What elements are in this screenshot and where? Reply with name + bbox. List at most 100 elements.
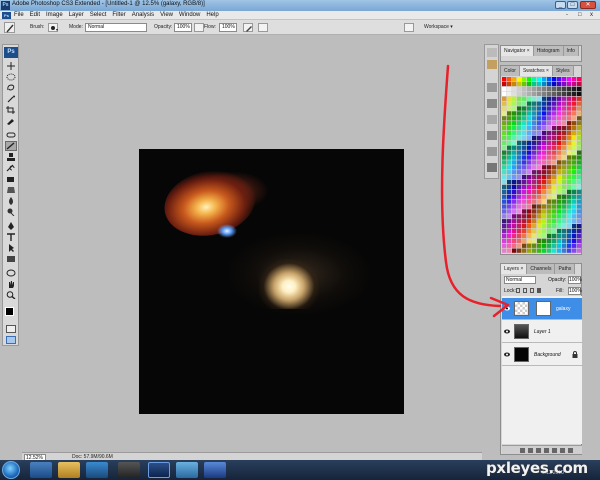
swatch[interactable] bbox=[572, 96, 577, 101]
swatch[interactable] bbox=[577, 170, 582, 175]
swatch[interactable] bbox=[512, 219, 517, 224]
lock-transparency-icon[interactable] bbox=[516, 288, 520, 293]
swatch[interactable] bbox=[502, 170, 507, 175]
swatch[interactable] bbox=[512, 145, 517, 150]
swatch[interactable] bbox=[502, 219, 507, 224]
tab-layers[interactable]: Layers × bbox=[501, 264, 528, 274]
swatch[interactable] bbox=[527, 184, 532, 190]
menu-layer[interactable]: Layer bbox=[69, 12, 84, 18]
swatch[interactable] bbox=[507, 86, 512, 92]
swatch[interactable] bbox=[532, 189, 537, 194]
swatch[interactable] bbox=[502, 145, 507, 150]
type-icon[interactable] bbox=[6, 233, 16, 241]
swatch[interactable] bbox=[552, 91, 557, 96]
swatch[interactable] bbox=[502, 77, 507, 82]
swatch[interactable] bbox=[522, 81, 527, 87]
swatch[interactable] bbox=[512, 111, 517, 116]
swatch[interactable] bbox=[562, 135, 567, 141]
swatch[interactable] bbox=[507, 233, 512, 239]
swatch[interactable] bbox=[547, 189, 552, 194]
swatch[interactable] bbox=[502, 194, 507, 199]
swatch[interactable] bbox=[522, 248, 527, 253]
mode-select[interactable]: Normal bbox=[85, 23, 147, 32]
menu-image[interactable]: Image bbox=[46, 12, 63, 18]
swatch[interactable] bbox=[567, 116, 572, 121]
swatch[interactable] bbox=[522, 194, 527, 199]
swatch[interactable] bbox=[567, 140, 572, 145]
history-brush-icon[interactable] bbox=[6, 164, 16, 172]
swatch[interactable] bbox=[577, 145, 582, 150]
swatch[interactable] bbox=[547, 96, 552, 101]
swatch[interactable] bbox=[577, 160, 582, 165]
swatch[interactable] bbox=[527, 81, 532, 87]
swatch[interactable] bbox=[572, 214, 577, 219]
swatch[interactable] bbox=[562, 194, 567, 199]
swatch[interactable] bbox=[557, 184, 562, 190]
swatch[interactable] bbox=[577, 150, 582, 155]
swatch[interactable] bbox=[502, 189, 507, 194]
swatch[interactable] bbox=[562, 155, 567, 160]
swatch[interactable] bbox=[512, 106, 517, 111]
swatch[interactable] bbox=[542, 96, 547, 101]
swatch[interactable] bbox=[577, 96, 582, 101]
swatch[interactable] bbox=[512, 126, 517, 131]
swatch[interactable] bbox=[567, 81, 572, 87]
swatch[interactable] bbox=[527, 130, 532, 136]
tab-swatches[interactable]: Swatches × bbox=[519, 66, 553, 76]
swatch[interactable] bbox=[557, 243, 562, 248]
swatch[interactable] bbox=[527, 243, 532, 248]
swatch[interactable] bbox=[517, 194, 522, 199]
swatch[interactable] bbox=[502, 121, 507, 126]
swatch[interactable] bbox=[577, 140, 582, 145]
swatch[interactable] bbox=[532, 204, 537, 209]
swatch[interactable] bbox=[542, 228, 547, 234]
swatch[interactable] bbox=[502, 91, 507, 96]
swatch[interactable] bbox=[542, 130, 547, 136]
swatch[interactable] bbox=[537, 130, 542, 136]
swatch[interactable] bbox=[532, 248, 537, 253]
swatch[interactable] bbox=[567, 228, 572, 234]
swatch[interactable] bbox=[542, 184, 547, 190]
swatch[interactable] bbox=[507, 238, 512, 243]
swatch[interactable] bbox=[507, 135, 512, 141]
swatch[interactable] bbox=[527, 121, 532, 126]
swatch[interactable] bbox=[542, 204, 547, 209]
lock-position-icon[interactable] bbox=[530, 288, 534, 293]
swatch[interactable] bbox=[577, 116, 582, 121]
swatch[interactable] bbox=[567, 91, 572, 96]
swatch[interactable] bbox=[507, 140, 512, 145]
swatch[interactable] bbox=[572, 165, 577, 170]
swatch[interactable] bbox=[552, 184, 557, 190]
swatch[interactable] bbox=[532, 155, 537, 160]
swatch[interactable] bbox=[567, 209, 572, 214]
trash-icon[interactable] bbox=[568, 448, 573, 453]
swatch[interactable] bbox=[552, 224, 557, 229]
swatch[interactable] bbox=[517, 179, 522, 185]
swatch[interactable] bbox=[567, 189, 572, 194]
swatch[interactable] bbox=[532, 106, 537, 111]
swatch[interactable] bbox=[522, 219, 527, 224]
swatch[interactable] bbox=[547, 214, 552, 219]
swatch[interactable] bbox=[562, 228, 567, 234]
swatch[interactable] bbox=[507, 81, 512, 87]
swatch[interactable] bbox=[517, 106, 522, 111]
swatch[interactable] bbox=[552, 96, 557, 101]
clone-source-icon[interactable] bbox=[487, 115, 497, 124]
airbrush-icon[interactable] bbox=[243, 23, 253, 32]
swatch[interactable] bbox=[547, 91, 552, 96]
swatch[interactable] bbox=[512, 175, 517, 180]
swatch[interactable] bbox=[517, 145, 522, 150]
swatch[interactable] bbox=[552, 170, 557, 175]
swatch[interactable] bbox=[527, 233, 532, 239]
shape-icon[interactable] bbox=[6, 255, 16, 263]
swatch[interactable] bbox=[542, 179, 547, 185]
swatch[interactable] bbox=[547, 160, 552, 165]
swatch[interactable] bbox=[567, 111, 572, 116]
eraser-icon[interactable] bbox=[6, 175, 16, 183]
swatch[interactable] bbox=[542, 248, 547, 253]
swatch[interactable] bbox=[562, 77, 567, 82]
swatch[interactable] bbox=[532, 77, 537, 82]
swatch[interactable] bbox=[567, 170, 572, 175]
swatch[interactable] bbox=[527, 228, 532, 234]
photoshop-taskbar-icon[interactable] bbox=[148, 462, 170, 478]
